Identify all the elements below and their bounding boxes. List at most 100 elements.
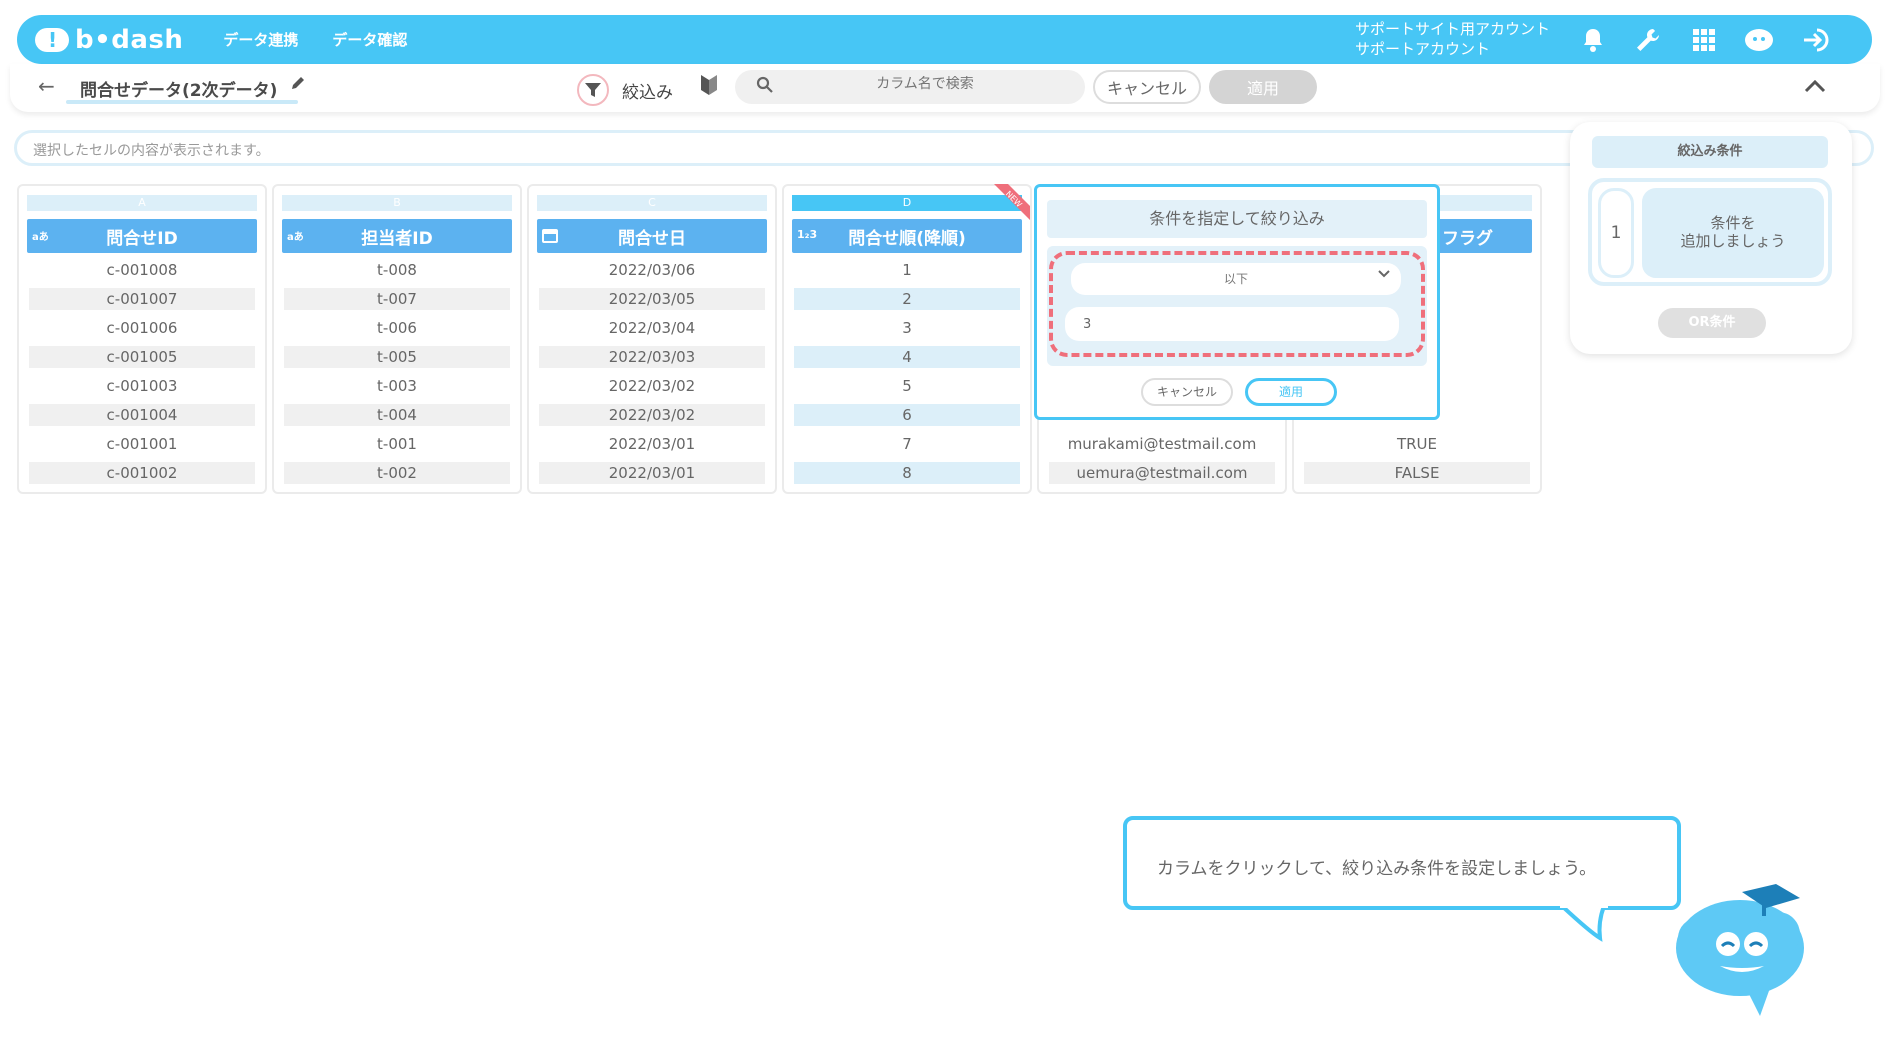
popup-title: 条件を指定して絞り込み bbox=[1047, 200, 1427, 238]
bubble-tail bbox=[1560, 902, 1620, 942]
mascot-icon[interactable] bbox=[1742, 23, 1776, 57]
table-cell[interactable]: t-007 bbox=[284, 288, 510, 310]
table-cell[interactable]: t-002 bbox=[284, 462, 510, 484]
page-title: 問合せデータ(2次データ) bbox=[80, 81, 278, 101]
table-cell[interactable]: t-006 bbox=[284, 317, 510, 339]
table-cell[interactable]: c-001008 bbox=[29, 259, 255, 281]
account-info[interactable]: サポートサイト用アカウント サポートアカウント bbox=[1355, 19, 1550, 59]
column-letter: B bbox=[282, 195, 512, 211]
table-cell[interactable]: c-001003 bbox=[29, 375, 255, 397]
table-cell[interactable]: t-008 bbox=[284, 259, 510, 281]
table-cell[interactable]: c-001005 bbox=[29, 346, 255, 368]
filter-icon[interactable] bbox=[577, 74, 609, 106]
column-header[interactable]: aあ 問合せID bbox=[27, 219, 257, 253]
grid-icon[interactable] bbox=[1687, 23, 1721, 57]
chevron-down-icon[interactable] bbox=[1377, 267, 1391, 283]
table-cell[interactable]: 2022/03/05 bbox=[539, 288, 765, 310]
add-condition-button[interactable]: 条件を 追加しましょう bbox=[1642, 188, 1824, 278]
nav-data-check[interactable]: データ確認 bbox=[332, 29, 407, 50]
table-cell[interactable]: t-001 bbox=[284, 433, 510, 455]
account-line2: サポートアカウント bbox=[1355, 40, 1491, 58]
account-line1: サポートサイト用アカウント bbox=[1355, 20, 1551, 38]
filter-label[interactable]: 絞込み bbox=[622, 78, 673, 103]
table-cell[interactable]: 2022/03/06 bbox=[539, 259, 765, 281]
column-card-c[interactable]: C 問合せ日 2022/03/06 2022/03/05 2022/03/04 … bbox=[527, 184, 777, 494]
column-name: フラグ bbox=[1442, 228, 1493, 249]
table-cell[interactable]: uemura@testmail.com bbox=[1049, 462, 1275, 484]
popup-cancel-button[interactable]: キャンセル bbox=[1141, 378, 1233, 406]
column-name: 問合せ順(降順) bbox=[848, 228, 966, 249]
add-condition-line1: 条件を bbox=[1710, 214, 1756, 232]
table-cell[interactable]: c-001007 bbox=[29, 288, 255, 310]
column-header[interactable]: 問合せ日 bbox=[537, 219, 767, 253]
table-cell[interactable]: FALSE bbox=[1304, 462, 1530, 484]
apply-button[interactable]: 適用 bbox=[1209, 70, 1317, 104]
table-cell[interactable]: c-001001 bbox=[29, 433, 255, 455]
title-underline bbox=[66, 100, 298, 104]
column-card-b[interactable]: B aあ 担当者ID t-008 t-007 t-006 t-005 t-003… bbox=[272, 184, 522, 494]
guide-bubble: カラムをクリックして、絞り込み条件を設定しましょう。 bbox=[1123, 816, 1681, 910]
calendar-icon bbox=[542, 227, 558, 246]
mascot-icon bbox=[1668, 878, 1818, 1018]
table-cell[interactable]: 6 bbox=[794, 404, 1020, 426]
table-cell[interactable]: t-003 bbox=[284, 375, 510, 397]
table-cell[interactable]: 5 bbox=[794, 375, 1020, 397]
wrench-icon[interactable] bbox=[1631, 23, 1665, 57]
table-cell[interactable]: 2022/03/03 bbox=[539, 346, 765, 368]
table-cell[interactable]: c-001006 bbox=[29, 317, 255, 339]
table-cell[interactable]: 3 bbox=[794, 317, 1020, 339]
guide-message: カラムをクリックして、絞り込み条件を設定しましょう。 bbox=[1157, 859, 1597, 879]
table-cell[interactable]: 4 bbox=[794, 346, 1020, 368]
operator-select[interactable]: 以下 bbox=[1071, 263, 1401, 295]
column-name: 問合せ日 bbox=[618, 228, 686, 249]
table-cell[interactable]: c-001002 bbox=[29, 462, 255, 484]
popup-apply-button[interactable]: 適用 bbox=[1245, 378, 1337, 406]
column-card-a[interactable]: A aあ 問合せID c-001008 c-001007 c-001006 c-… bbox=[17, 184, 267, 494]
table-cell[interactable]: 7 bbox=[794, 433, 1020, 455]
logo-mark: ! bbox=[48, 27, 58, 52]
table-cell[interactable]: 2 bbox=[794, 288, 1020, 310]
column-letter: D bbox=[792, 195, 1022, 211]
value-input[interactable] bbox=[1065, 307, 1399, 341]
logo[interactable]: ! b•dash bbox=[35, 25, 183, 55]
bell-icon[interactable] bbox=[1576, 23, 1610, 57]
table-cell[interactable]: TRUE bbox=[1304, 433, 1530, 455]
number-type-icon: 1₂3 bbox=[797, 228, 818, 241]
table-cell[interactable]: c-001004 bbox=[29, 404, 255, 426]
column-header[interactable]: 1₂3 問合せ順(降順) bbox=[792, 219, 1022, 253]
pencil-icon[interactable] bbox=[290, 75, 306, 96]
nav-data-link[interactable]: データ連携 bbox=[223, 29, 298, 50]
or-condition-button[interactable]: OR条件 bbox=[1658, 308, 1766, 338]
cancel-button[interactable]: キャンセル bbox=[1093, 70, 1201, 104]
table-cell[interactable]: 2022/03/02 bbox=[539, 375, 765, 397]
condition-group: 1 条件を 追加しましょう bbox=[1588, 178, 1832, 286]
table-cell[interactable]: 1 bbox=[794, 259, 1020, 281]
table-cell[interactable]: 2022/03/02 bbox=[539, 404, 765, 426]
top-header: ! b•dash データ連携 データ確認 サポートサイト用アカウント サポートア… bbox=[17, 15, 1872, 64]
selected-cell-placeholder: 選択したセルの内容が表示されます。 bbox=[33, 143, 270, 159]
column-letter: A bbox=[27, 195, 257, 211]
filter-popup: 条件を指定して絞り込み 以下 キャンセル 適用 bbox=[1034, 184, 1440, 420]
table-cell[interactable]: t-004 bbox=[284, 404, 510, 426]
logo-cloud-icon: ! bbox=[35, 25, 69, 55]
back-arrow-icon[interactable]: ← bbox=[38, 74, 55, 98]
table-cell[interactable]: 2022/03/01 bbox=[539, 462, 765, 484]
table-cell[interactable]: 8 bbox=[794, 462, 1020, 484]
chevron-up-icon[interactable] bbox=[1804, 74, 1826, 98]
add-condition-line2: 追加しましょう bbox=[1680, 232, 1786, 250]
new-badge: NEW bbox=[990, 184, 1030, 224]
column-header[interactable]: aあ 担当者ID bbox=[282, 219, 512, 253]
table-cell[interactable]: murakami@testmail.com bbox=[1049, 433, 1275, 455]
column-card-d[interactable]: D 1₂3 問合せ順(降順) 1 2 3 4 5 6 7 8 bbox=[782, 184, 1032, 494]
logout-icon[interactable] bbox=[1798, 23, 1832, 57]
toolbar: ← 問合せデータ(2次データ) 絞込み キャンセル 適用 bbox=[10, 64, 1880, 112]
table-cell[interactable]: t-005 bbox=[284, 346, 510, 368]
table-cell[interactable]: 2022/03/04 bbox=[539, 317, 765, 339]
column-letter: C bbox=[537, 195, 767, 211]
column-name: 担当者ID bbox=[361, 228, 433, 249]
beginner-mark-icon[interactable] bbox=[699, 73, 721, 97]
logo-text: b•dash bbox=[75, 24, 184, 55]
conditions-panel: 絞込み条件 1 条件を 追加しましょう OR条件 bbox=[1570, 122, 1852, 354]
table-cell[interactable]: 2022/03/01 bbox=[539, 433, 765, 455]
search-input[interactable] bbox=[800, 76, 1050, 92]
